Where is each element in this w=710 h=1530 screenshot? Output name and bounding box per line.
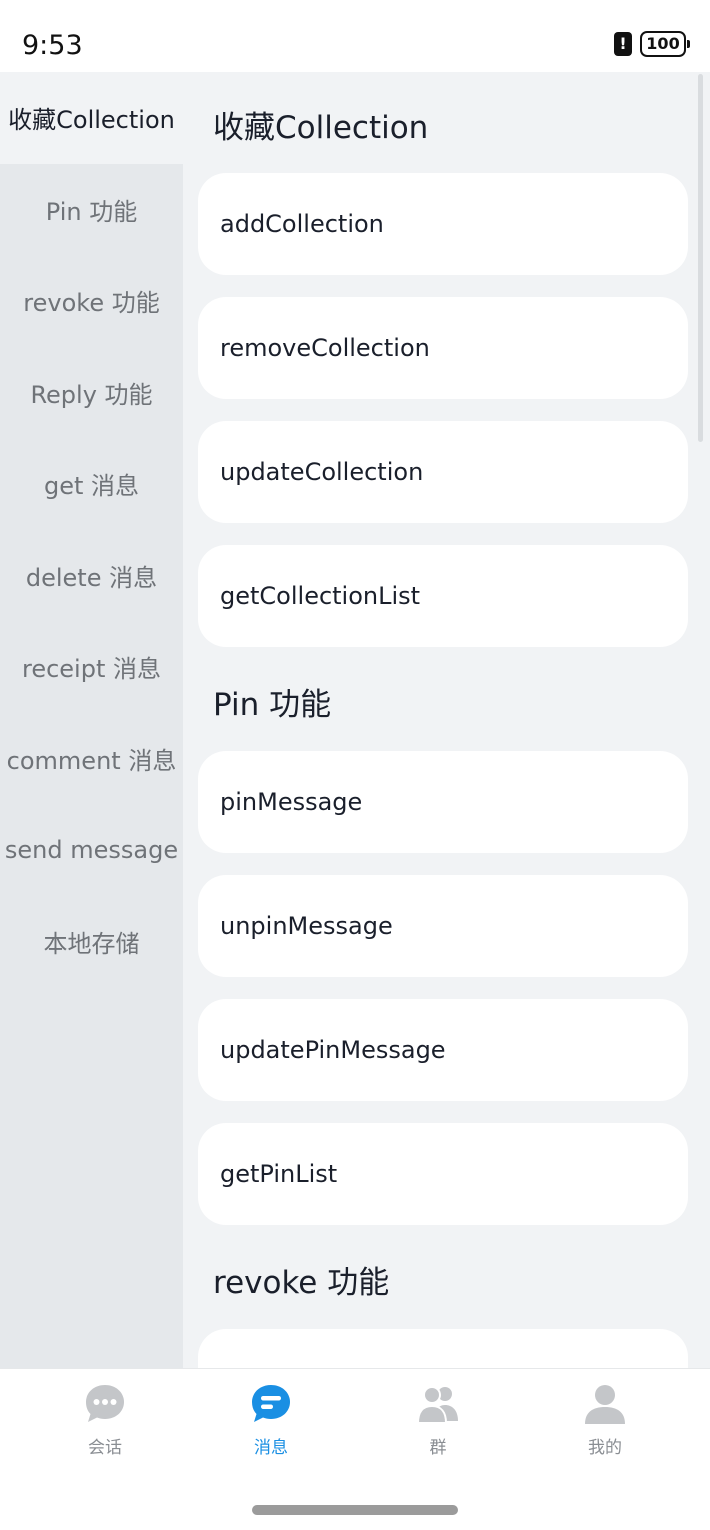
sidebar-item-collection[interactable]: 收藏Collection — [0, 72, 183, 164]
sidebar-item-reply[interactable]: Reply 功能 — [0, 347, 183, 439]
tab-label-groups: 群 — [429, 1438, 447, 1458]
battery-icon: 100 — [640, 31, 690, 57]
sidebar-item-comment-message[interactable]: comment 消息 — [0, 713, 183, 805]
list-item-revoke-partial[interactable] — [198, 1329, 688, 1368]
status-time: 9:53 — [22, 30, 83, 61]
tab-conversations[interactable]: 会话 — [45, 1383, 165, 1463]
group-icon — [416, 1383, 459, 1425]
bottom-tab-bar: 会话 消息 群 我的 — [0, 1368, 710, 1530]
list-item-unpin-message[interactable]: unpinMessage — [198, 875, 688, 977]
sidebar-item-revoke[interactable]: revoke 功能 — [0, 255, 183, 347]
section-title-pin: Pin 功能 — [213, 687, 332, 723]
category-sidebar: 收藏Collection Pin 功能 revoke 功能 Reply 功能 g… — [0, 72, 183, 1368]
sidebar-item-send-message[interactable]: send message — [0, 804, 183, 896]
home-indicator[interactable] — [252, 1505, 458, 1515]
sidebar-item-get-message[interactable]: get 消息 — [0, 438, 183, 530]
sidebar-item-delete-message[interactable]: delete 消息 — [0, 530, 183, 622]
tab-messages[interactable]: 消息 — [211, 1383, 331, 1463]
section-title-revoke: revoke 功能 — [213, 1265, 390, 1301]
list-item-get-collection-list[interactable]: getCollectionList — [198, 545, 688, 647]
tab-label-messages: 消息 — [254, 1438, 288, 1458]
list-item-remove-collection[interactable]: removeCollection — [198, 297, 688, 399]
content-scrollbar[interactable] — [698, 74, 703, 442]
tab-label-me: 我的 — [588, 1438, 622, 1458]
list-item-add-collection[interactable]: addCollection — [198, 173, 688, 275]
sidebar-item-local-storage[interactable]: 本地存储 — [0, 896, 183, 988]
list-item-update-pin-message[interactable]: updatePinMessage — [198, 999, 688, 1101]
chat-bubble-icon — [84, 1383, 126, 1425]
tab-label-conversations: 会话 — [88, 1438, 122, 1458]
list-item-get-pin-list[interactable]: getPinList — [198, 1123, 688, 1225]
list-item-pin-message[interactable]: pinMessage — [198, 751, 688, 853]
status-icons: ! 100 — [614, 31, 690, 57]
sidebar-item-receipt-message[interactable]: receipt 消息 — [0, 621, 183, 713]
section-title-collection: 收藏Collection — [213, 110, 429, 146]
person-icon — [584, 1383, 626, 1425]
sidebar-item-pin[interactable]: Pin 功能 — [0, 164, 183, 256]
message-icon — [250, 1383, 292, 1425]
tab-me[interactable]: 我的 — [545, 1383, 665, 1463]
alert-icon: ! — [614, 32, 632, 56]
status-bar: 9:53 ! 100 — [0, 0, 710, 72]
list-item-update-collection[interactable]: updateCollection — [198, 421, 688, 523]
tab-groups[interactable]: 群 — [378, 1383, 498, 1463]
content-panel[interactable]: 收藏Collection addCollection removeCollect… — [183, 72, 710, 1368]
